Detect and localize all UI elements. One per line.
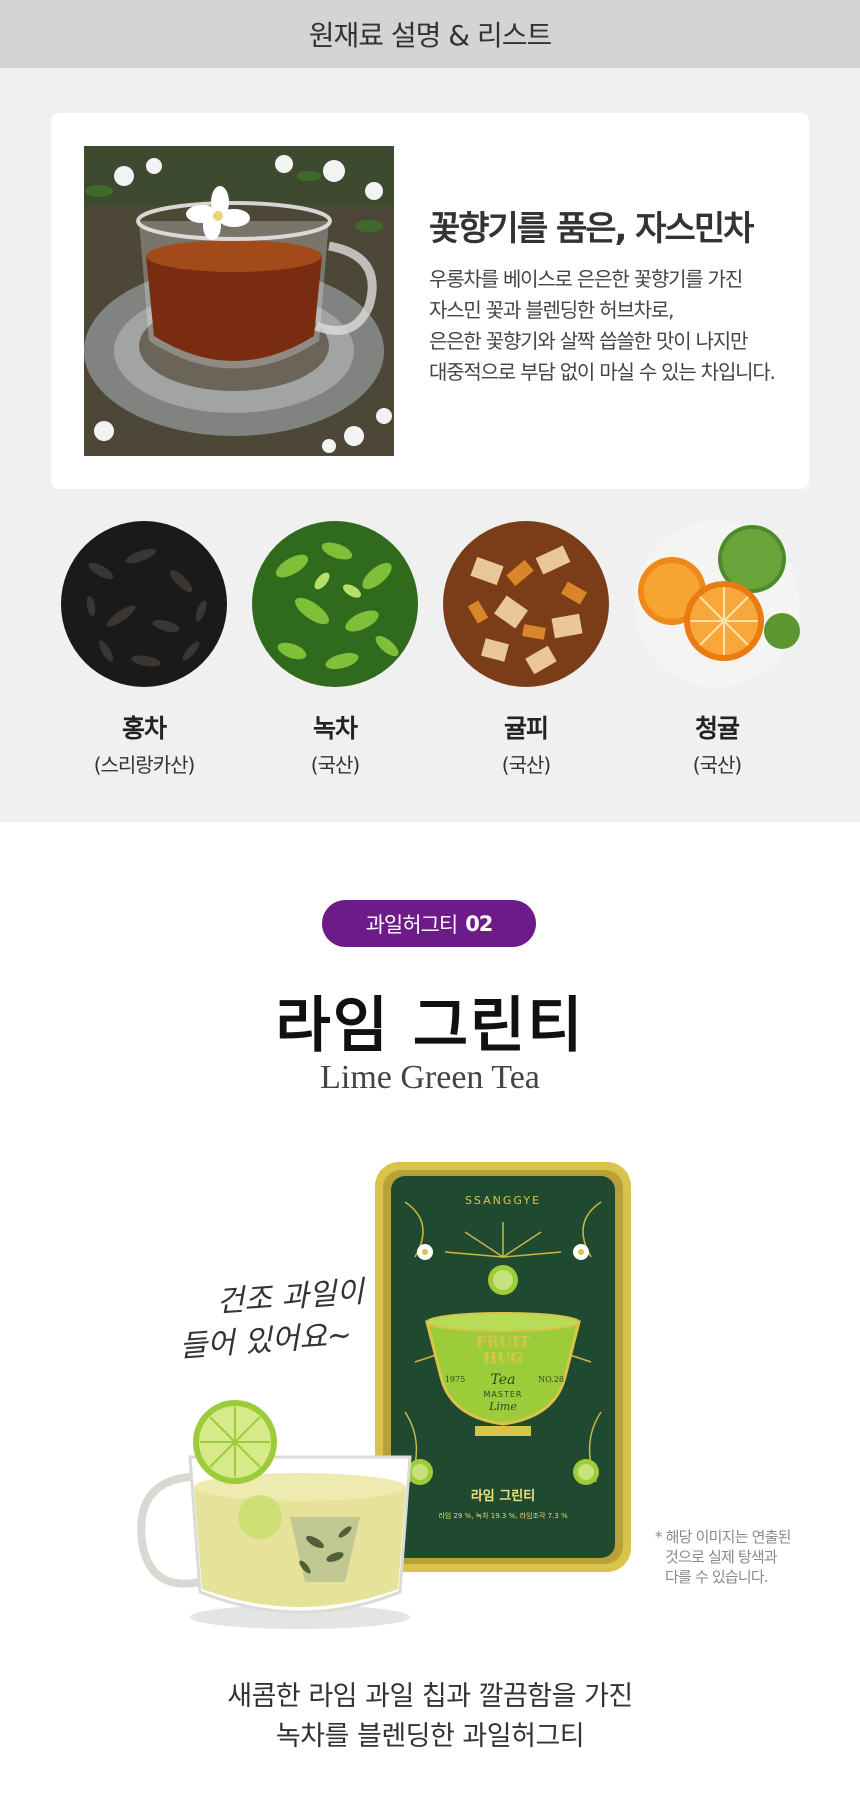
- handwritten-callout: 건조 과일이 들어 있어요~: [175, 1269, 400, 1368]
- jasmine-tea-card: 꽃향기를 품은, 자스민차 우롱차를 베이스로 은은한 꽃향기를 가진 자스민 …: [51, 113, 809, 489]
- ingredient-origin: (국산): [692, 753, 742, 777]
- tin-brand: SSANGGYE: [465, 1194, 541, 1207]
- image-disclaimer: * 해당 이미지는 연출된 것으로 실제 탕색과 다를 수 있습니다.: [655, 1527, 815, 1587]
- tin-product-name: 라임 그린티: [471, 1488, 535, 1504]
- tin-number: NO.28: [538, 1375, 564, 1384]
- green-tea-plant-icon: [252, 521, 418, 687]
- jasmine-description-line: 자스민 꽃과 블렌딩한 허브차로,: [429, 298, 674, 322]
- black-tea-leaves-icon: [61, 521, 227, 687]
- ingredient-item-tangerine-peel: 귤피 (국산): [436, 521, 616, 778]
- tin-logo-hug: HUG: [483, 1349, 523, 1367]
- section-header: 원재료 설명 & 리스트: [0, 0, 860, 68]
- green-tangerine-icon: [634, 521, 800, 687]
- tin-tea-word: Tea: [491, 1372, 516, 1388]
- badge-number: 02: [465, 911, 493, 936]
- jasmine-description: 우롱차를 베이스로 은은한 꽃향기를 가진 자스민 꽃과 블렌딩한 허브차로, …: [429, 264, 789, 388]
- closing-line: 녹차를 블렌딩한 과일허그티: [275, 1721, 585, 1752]
- ingredient-name: 녹차: [312, 714, 358, 743]
- ingredient-section: 꽃향기를 품은, 자스민차 우롱차를 베이스로 은은한 꽃향기를 가진 자스민 …: [0, 68, 860, 822]
- tin-ingredients: 라임 29 %, 녹차 19.3 %, 라임조각 7.3 %: [438, 1511, 568, 1520]
- tin-flavor: Lime: [488, 1400, 517, 1413]
- lime-tea-cup-image: [137, 1400, 412, 1629]
- product-badge: 과일허그티 02: [322, 900, 536, 947]
- disclaimer-line: 다를 수 있습니다.: [665, 1568, 769, 1586]
- closing-line: 새콤한 라임 과일 칩과 깔끔함을 가진: [227, 1681, 633, 1712]
- jasmine-description-line: 은은한 꽃향기와 살짝 씁쓸한 맛이 나지만: [429, 329, 748, 353]
- tin-master: MASTER: [484, 1390, 523, 1399]
- jasmine-description-line: 대중적으로 부담 없이 마실 수 있는 차입니다.: [429, 360, 776, 384]
- section-header-title: 원재료 설명 & 리스트: [308, 19, 553, 52]
- ingredient-list: 홍차 (스리랑카산) 녹차 (국산) 귤피 (국산) 청귤 (국산): [0, 521, 860, 781]
- disclaimer-line: 것으로 실제 탕색과: [665, 1548, 778, 1566]
- product-closing-text: 새콤한 라임 과일 칩과 깔끔함을 가진 녹차를 블렌딩한 과일허그티: [0, 1677, 860, 1757]
- jasmine-title: 꽃향기를 품은, 자스민차: [429, 209, 754, 249]
- jasmine-tea-photo: [84, 146, 394, 456]
- product-subtitle: Lime Green Tea: [320, 1059, 540, 1096]
- product-title: 라임 그린티: [275, 991, 585, 1061]
- ingredient-name: 청귤: [694, 714, 740, 743]
- product-section: 과일허그티 02 라임 그린티 Lime Green Tea SSANGGYE …: [0, 822, 860, 1804]
- badge-label: 과일허그티: [365, 912, 459, 937]
- tin-year: 1975: [445, 1375, 465, 1384]
- dried-tangerine-peel-icon: [443, 521, 609, 687]
- ingredient-item-green-tea: 녹차 (국산): [245, 521, 425, 778]
- ingredient-origin: (국산): [501, 753, 551, 777]
- disclaimer-line: * 해당 이미지는 연출된: [655, 1528, 791, 1546]
- jasmine-description-line: 우롱차를 베이스로 은은한 꽃향기를 가진: [429, 267, 743, 291]
- ingredient-origin: (국산): [310, 753, 360, 777]
- ingredient-name: 홍차: [121, 714, 167, 743]
- jasmine-text-block: 꽃향기를 품은, 자스민차 우롱차를 베이스로 은은한 꽃향기를 가진 자스민 …: [429, 201, 789, 388]
- ingredient-name: 귤피: [503, 714, 549, 743]
- ingredient-item-green-tangerine: 청귤 (국산): [627, 521, 807, 778]
- ingredient-item-black-tea: 홍차 (스리랑카산): [54, 521, 234, 778]
- ingredient-origin: (스리랑카산): [93, 753, 196, 777]
